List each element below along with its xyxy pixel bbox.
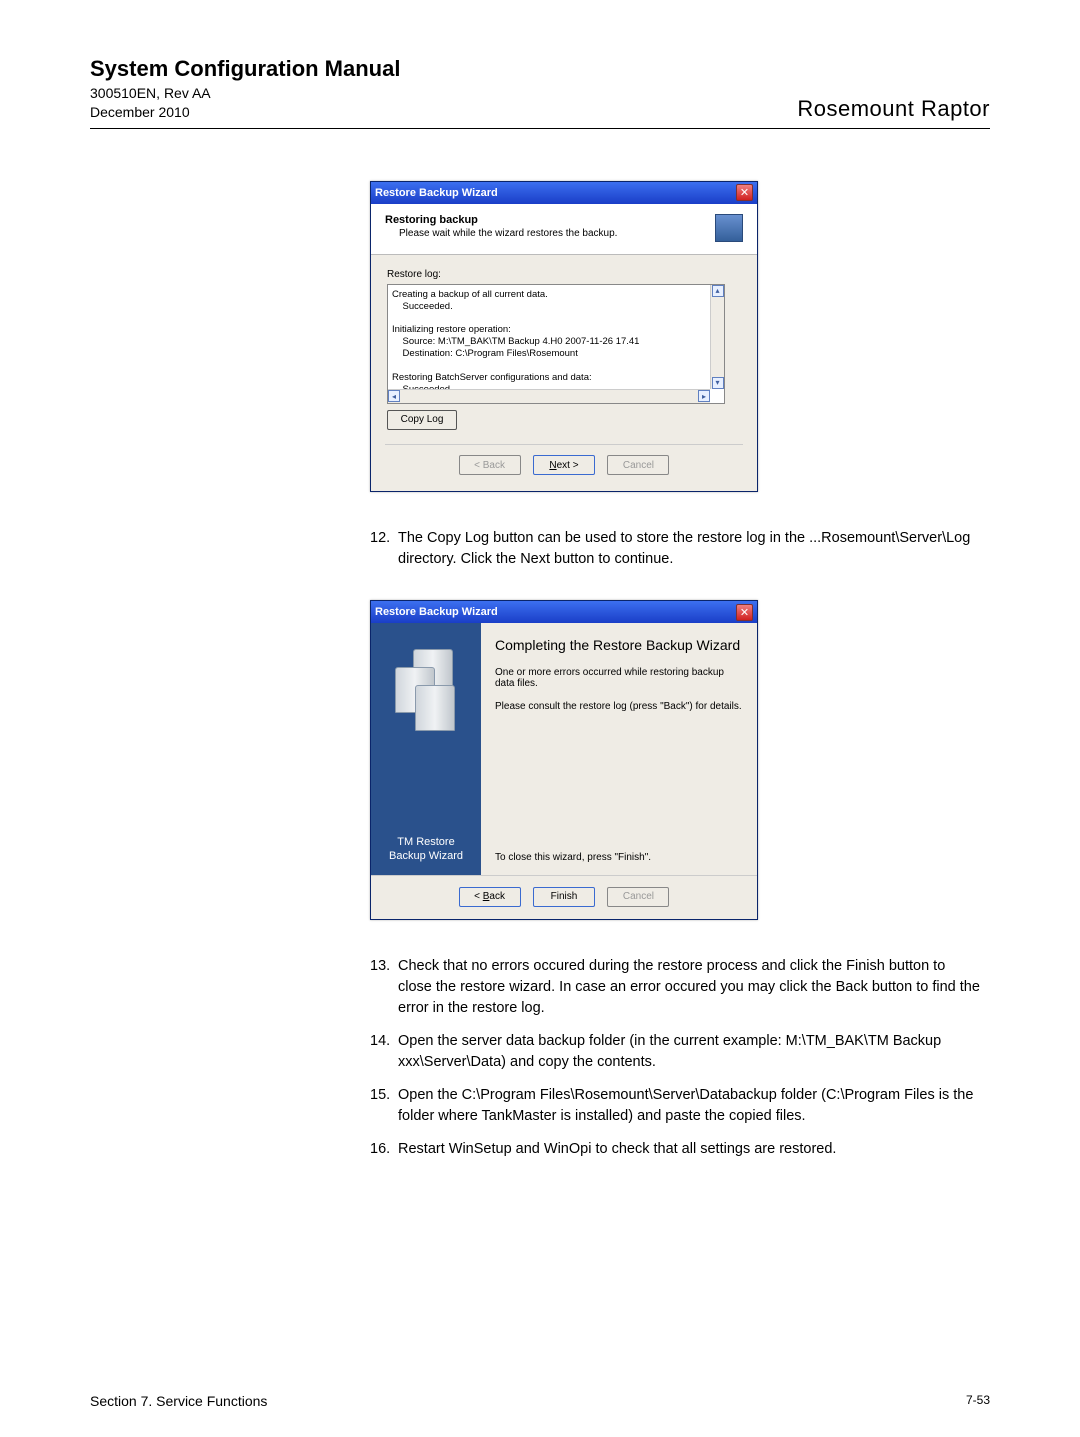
wizard-header-panel: Restoring backup Please wait while the w…	[371, 204, 757, 255]
divider	[385, 444, 743, 445]
steps-list: 13. Check that no errors occured during …	[370, 956, 980, 1160]
restore-backup-wizard-dialog-step: Restore Backup Wizard ✕ Restoring backup…	[370, 181, 758, 493]
finish-button[interactable]: Finish	[533, 887, 595, 907]
scroll-up-icon[interactable]: ▴	[712, 285, 724, 297]
restore-backup-wizard-dialog-final: Restore Backup Wizard ✕ TM RestoreBackup…	[370, 600, 758, 920]
titlebar: Restore Backup Wizard ✕	[371, 182, 757, 204]
restore-log-textarea[interactable]: Creating a backup of all current data. S…	[387, 284, 725, 404]
window-title: Restore Backup Wizard	[375, 606, 498, 618]
vertical-scrollbar[interactable]: ▴ ▾	[710, 285, 724, 389]
product-name: Rosemount Raptor	[797, 96, 990, 122]
cancel-button: Cancel	[607, 887, 669, 907]
wizard-step-title: Restoring backup	[385, 214, 617, 226]
step-number: 16.	[370, 1139, 398, 1160]
back-button: < Back	[459, 455, 521, 475]
wizard-sidebar-caption: TM RestoreBackup Wizard	[389, 836, 463, 864]
restore-log-content: Creating a backup of all current data. S…	[388, 285, 724, 404]
close-instruction: To close this wizard, press "Finish".	[495, 852, 743, 863]
completion-title: Completing the Restore Backup Wizard	[495, 637, 743, 653]
next-button[interactable]: Next >	[533, 455, 595, 475]
tank-icon	[415, 685, 455, 731]
step-number: 13.	[370, 956, 398, 1019]
close-icon[interactable]: ✕	[736, 184, 753, 201]
page-header: System Configuration Manual 300510EN, Re…	[90, 56, 990, 129]
horizontal-scrollbar[interactable]: ◂ ▸	[388, 389, 710, 403]
error-message: One or more errors occurred while restor…	[495, 667, 743, 689]
step-13: 13. Check that no errors occured during …	[370, 956, 980, 1019]
doc-date: December 2010	[90, 103, 400, 122]
step-number: 12.	[370, 528, 398, 570]
back-button[interactable]: < Back	[459, 887, 521, 907]
copy-log-button[interactable]: Copy Log	[387, 410, 457, 430]
disk-icon	[715, 214, 743, 242]
header-left: System Configuration Manual 300510EN, Re…	[90, 56, 400, 122]
section-label: Section 7. Service Functions	[90, 1393, 267, 1409]
page-number: 7-53	[966, 1393, 990, 1409]
next-button-text: ext >	[557, 460, 579, 471]
step-12: 12. The Copy Log button can be used to s…	[370, 528, 980, 570]
step-15: 15. Open the C:\Program Files\Rosemount\…	[370, 1085, 980, 1127]
wizard-step-subtitle: Please wait while the wizard restores th…	[399, 228, 617, 239]
step-text: Restart WinSetup and WinOpi to check tha…	[398, 1139, 980, 1160]
step-text: Open the C:\Program Files\Rosemount\Serv…	[398, 1085, 980, 1127]
doc-title: System Configuration Manual	[90, 56, 400, 82]
consult-message: Please consult the restore log (press "B…	[495, 701, 743, 712]
page-footer: Section 7. Service Functions 7-53	[90, 1393, 990, 1409]
scroll-right-icon[interactable]: ▸	[698, 390, 710, 402]
wizard-content-panel: Completing the Restore Backup Wizard One…	[481, 623, 757, 875]
step-16: 16. Restart WinSetup and WinOpi to check…	[370, 1139, 980, 1160]
window-title: Restore Backup Wizard	[375, 187, 498, 199]
step-text: Open the server data backup folder (in t…	[398, 1031, 980, 1073]
cancel-button: Cancel	[607, 455, 669, 475]
wizard-sidebar: TM RestoreBackup Wizard	[371, 623, 481, 875]
step-text: Check that no errors occured during the …	[398, 956, 980, 1019]
step-number: 15.	[370, 1085, 398, 1127]
step-number: 14.	[370, 1031, 398, 1073]
scroll-left-icon[interactable]: ◂	[388, 390, 400, 402]
step-text: The Copy Log button can be used to store…	[398, 528, 980, 570]
close-icon[interactable]: ✕	[736, 604, 753, 621]
titlebar: Restore Backup Wizard ✕	[371, 601, 757, 623]
doc-id: 300510EN, Rev AA	[90, 84, 400, 103]
tanks-illustration	[391, 643, 461, 733]
scroll-down-icon[interactable]: ▾	[712, 377, 724, 389]
step-14: 14. Open the server data backup folder (…	[370, 1031, 980, 1073]
restore-log-label: Restore log:	[387, 269, 741, 280]
